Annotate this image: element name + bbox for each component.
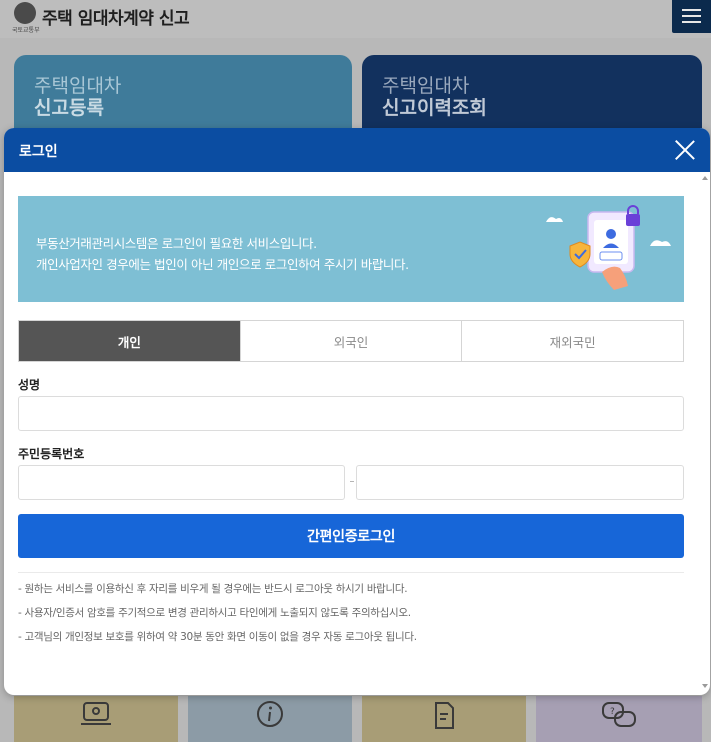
modal-body: 부동산거래관리시스템은 로그인이 필요한 서비스입니다. 개인사업자인 경우에는…: [4, 172, 710, 695]
tab-overseas-korean[interactable]: 재외국민: [461, 321, 684, 361]
quick-menu-1[interactable]: [14, 696, 178, 742]
notice-list: - 원하는 서비스를 이용하신 후 자리를 비우게 될 경우에는 반드시 로그아…: [18, 583, 417, 655]
modal-scrollbar[interactable]: [702, 172, 710, 695]
government-logo-icon: [14, 2, 36, 24]
quick-menu-2[interactable]: [188, 696, 352, 742]
rrn-label: 주민등록번호: [18, 447, 85, 461]
user-type-tabs: 개인 외국인 재외국민: [18, 320, 684, 362]
notice-item: - 고객님의 개인정보 보호를 위하여 약 30분 동안 화면 이동이 없을 경…: [18, 631, 417, 643]
menu-icon[interactable]: [672, 0, 711, 33]
divider: [18, 572, 684, 573]
card-history-line1: 주택임대차: [382, 75, 470, 97]
modal-title: 로그인: [19, 144, 58, 160]
scroll-up-arrow-icon[interactable]: [702, 176, 708, 180]
site-header: 국토교통부 주택 임대차계약 신고: [0, 0, 711, 38]
svg-text:?: ?: [610, 707, 615, 717]
rrn-front-input[interactable]: [18, 465, 345, 500]
tab-foreigner[interactable]: 외국인: [239, 321, 462, 361]
rrn-separator: [350, 481, 354, 482]
name-input[interactable]: [18, 396, 684, 431]
login-modal: 로그인 부동산거래관리시스템은 로그인이 필요한 서비스입니다. 개인사업자인 …: [4, 128, 710, 695]
quick-menu-4[interactable]: ?: [536, 696, 702, 742]
scroll-down-arrow-icon[interactable]: [702, 684, 708, 688]
banner-text: 부동산거래관리시스템은 로그인이 필요한 서비스입니다. 개인사업자인 경우에는…: [36, 233, 409, 275]
notice-item: - 원하는 서비스를 이용하신 후 자리를 비우게 될 경우에는 반드시 로그아…: [18, 583, 408, 595]
monitor-icon: [81, 702, 111, 725]
question-chat-icon: ?: [602, 702, 636, 727]
login-illustration-icon: [546, 205, 671, 290]
rrn-back-input[interactable]: [356, 465, 684, 500]
tab-individual[interactable]: 개인: [19, 321, 240, 361]
name-label: 성명: [18, 378, 41, 392]
card-history-line2: 신고이력조회: [382, 97, 487, 119]
info-icon: [257, 701, 283, 727]
modal-header: 로그인: [4, 128, 710, 172]
card-register-line2: 신고등록: [34, 97, 104, 119]
close-icon[interactable]: [674, 139, 696, 161]
quick-menu-3[interactable]: [362, 696, 526, 742]
banner-line-2: 개인사업자인 경우에는 법인이 아닌 개인으로 로그인하여 주시기 바랍니다.: [36, 257, 409, 272]
logo-caption: 국토교통부: [12, 27, 40, 34]
card-register-line1: 주택임대차: [34, 75, 122, 97]
document-icon: [435, 702, 454, 729]
site-title: 주택 임대차계약 신고: [42, 9, 190, 29]
info-banner: 부동산거래관리시스템은 로그인이 필요한 서비스입니다. 개인사업자인 경우에는…: [18, 196, 684, 302]
simple-auth-login-button[interactable]: 간편인증로그인: [18, 514, 684, 558]
banner-line-1: 부동산거래관리시스템은 로그인이 필요한 서비스입니다.: [36, 236, 317, 251]
notice-item: - 사용자/인증서 암호를 주기적으로 변경 관리하시고 타인에게 노출되지 않…: [18, 607, 411, 619]
